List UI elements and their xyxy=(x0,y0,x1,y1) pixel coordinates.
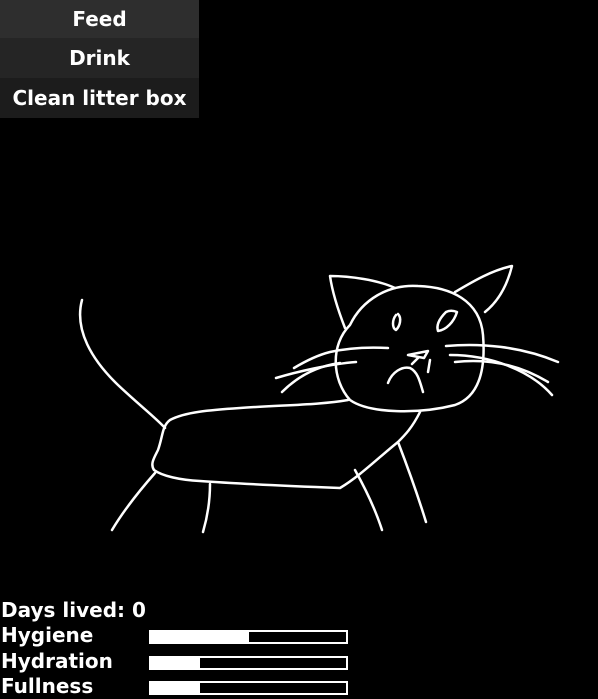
cat-tail xyxy=(78,298,167,430)
cat-ear-right xyxy=(453,264,514,314)
cat-whisker-r1 xyxy=(444,343,560,364)
cat-eye-right xyxy=(436,309,459,333)
hygiene-bar-fill xyxy=(151,632,249,642)
cat-eye-left xyxy=(391,312,402,332)
fullness-row: Fullness xyxy=(0,673,360,699)
hydration-row: Hydration xyxy=(0,648,360,674)
hygiene-label: Hygiene xyxy=(1,623,94,647)
hydration-bar-fill xyxy=(151,658,200,668)
cat-leg-front xyxy=(353,468,384,532)
cat-whisker-l3 xyxy=(280,361,342,394)
hydration-label: Hydration xyxy=(1,649,113,673)
fullness-bar-fill xyxy=(151,683,200,693)
hygiene-bar xyxy=(149,630,348,644)
cat-leg-back-2 xyxy=(201,482,212,534)
cat-leg-back xyxy=(110,471,157,532)
cat-whisker-l1 xyxy=(292,346,390,370)
cat-body xyxy=(151,398,422,490)
fullness-label: Fullness xyxy=(1,674,94,698)
hydration-bar xyxy=(149,656,348,670)
days-lived-text: Days lived: 0 xyxy=(1,598,146,622)
cat-leg-front-2 xyxy=(396,440,428,524)
hygiene-row: Hygiene xyxy=(0,622,360,648)
fullness-bar xyxy=(149,681,348,695)
cat-icon xyxy=(78,264,560,534)
cat-mouth xyxy=(386,356,432,394)
cat-ear-left xyxy=(328,274,397,330)
